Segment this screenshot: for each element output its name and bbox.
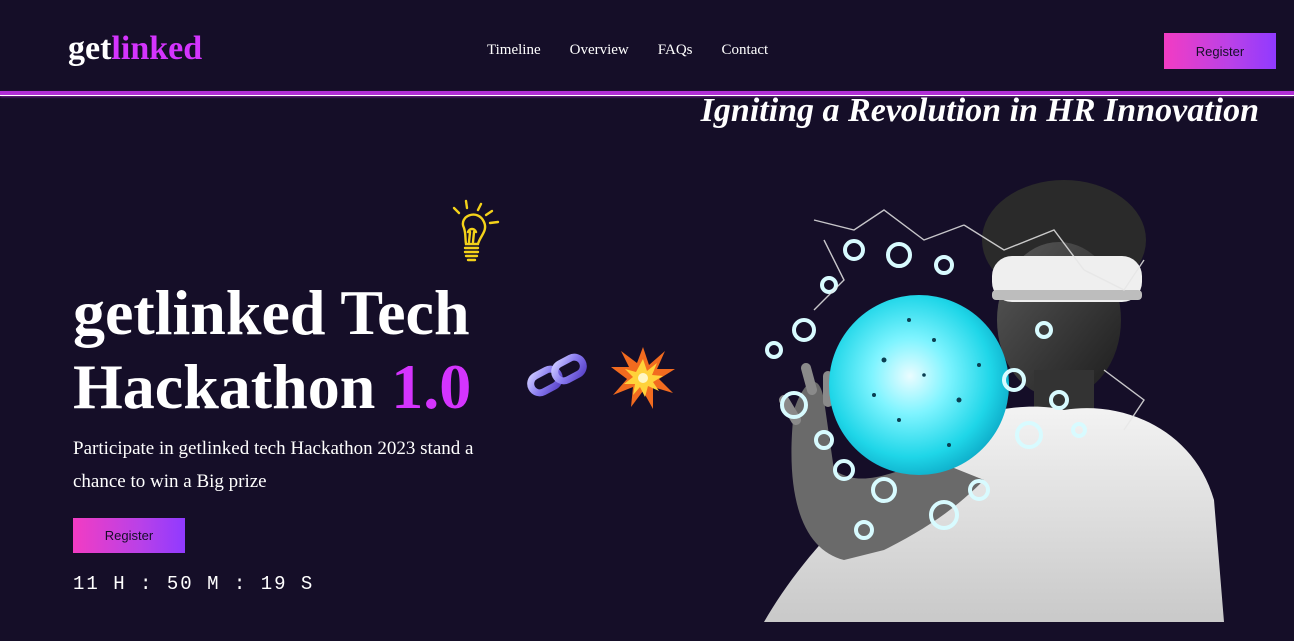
countdown-timer: 11 H : 50 M : 19 S bbox=[73, 573, 315, 595]
hero-title-line1: getlinked Tech bbox=[73, 277, 470, 348]
nav-overview[interactable]: Overview bbox=[570, 42, 629, 59]
countdown-hours-unit: H bbox=[113, 573, 127, 595]
hero-title: getlinked Tech Hackathon 1.0 bbox=[73, 276, 471, 424]
hero-register-button[interactable]: Register bbox=[73, 518, 185, 553]
explosion-icon bbox=[611, 347, 675, 409]
hero-illustration bbox=[764, 180, 1224, 622]
chain-link-icon bbox=[527, 353, 587, 397]
logo[interactable]: getlinked bbox=[68, 30, 202, 68]
nav-timeline[interactable]: Timeline bbox=[487, 42, 541, 59]
hero-tagline: Igniting a Revolution in HR Innovation bbox=[700, 92, 1259, 129]
countdown-seconds-unit: S bbox=[300, 573, 315, 595]
countdown-minutes-unit: M bbox=[207, 573, 221, 595]
hero-title-line2: Hackathon 1.0 bbox=[73, 350, 471, 424]
logo-get: get bbox=[68, 30, 112, 67]
countdown-seconds: 19 bbox=[260, 573, 288, 595]
nav-faqs[interactable]: FAQs bbox=[658, 42, 693, 59]
header-register-button[interactable]: Register bbox=[1164, 33, 1276, 69]
landing-page: getlinked Timeline Overview FAQs Contact… bbox=[0, 0, 1294, 641]
hero-title-version: 1.0 bbox=[391, 351, 472, 422]
lightbulb-icon bbox=[452, 199, 500, 262]
hero-title-word: Hackathon bbox=[73, 351, 376, 422]
logo-linked: linked bbox=[111, 30, 203, 67]
countdown-minutes: 50 bbox=[166, 573, 194, 595]
nav-contact[interactable]: Contact bbox=[722, 42, 769, 59]
countdown-hours: 11 bbox=[73, 573, 100, 595]
hero-subtitle: Participate in getlinked tech Hackathon … bbox=[73, 438, 474, 492]
main-nav: Timeline Overview FAQs Contact bbox=[487, 42, 797, 59]
